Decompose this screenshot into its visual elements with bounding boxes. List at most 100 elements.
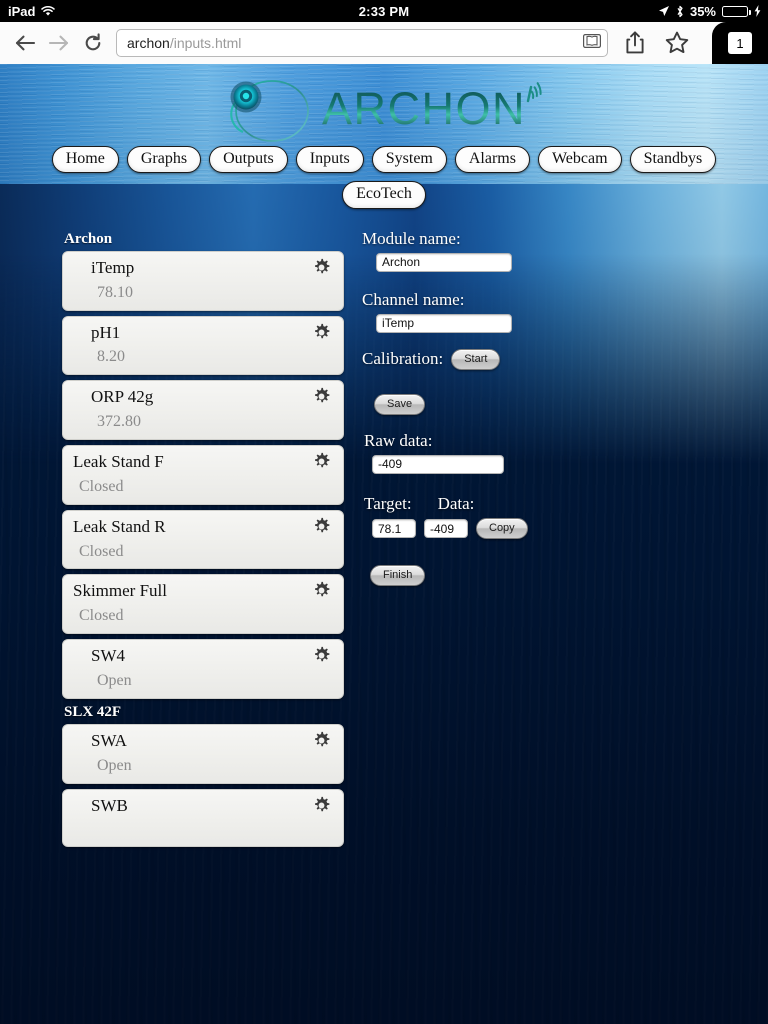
channel-name-input[interactable]: iTemp: [376, 313, 512, 333]
save-button[interactable]: Save: [374, 393, 426, 415]
nav-item-home[interactable]: Home: [51, 146, 119, 174]
channel-name: SWB: [91, 795, 128, 815]
battery-icon: [722, 5, 751, 17]
calibration-label: Calibration:: [362, 349, 444, 369]
gear-icon[interactable]: [312, 258, 331, 277]
raw-data-input[interactable]: -409: [372, 454, 504, 474]
channel-value: [73, 821, 333, 840]
channel-name: SWA: [91, 730, 127, 750]
channel-name-label: Channel name:: [362, 289, 465, 309]
channel-card-sw4[interactable]: SW4 Open: [62, 639, 344, 699]
group-title-slx-42f: SLX 42F: [64, 703, 122, 720]
nav-item-alarms[interactable]: Alarms: [454, 146, 530, 174]
safari-toolbar: archon/inputs.html 1: [0, 22, 768, 64]
reader-view-button[interactable]: [583, 34, 601, 51]
back-button[interactable]: [8, 26, 42, 60]
share-icon: [626, 30, 644, 53]
tab-count-label: 1: [728, 32, 752, 54]
nav-item-outputs[interactable]: Outputs: [209, 146, 288, 174]
channel-card-orp-42g[interactable]: ORP 42g 372.80: [62, 380, 344, 440]
web-page: ARCHON Home Graphs Outputs Inputs System: [0, 64, 768, 1024]
forward-arrow-icon: [48, 35, 69, 50]
url-host-text: archon: [127, 34, 170, 51]
bookmark-star-icon: [665, 31, 689, 54]
target-input[interactable]: 78.1: [372, 519, 416, 539]
data-label: Data:: [437, 493, 475, 513]
channel-value: Closed: [79, 542, 124, 560]
channel-value: Open: [97, 756, 132, 774]
gear-icon[interactable]: [312, 452, 331, 471]
signal-waves-icon: [526, 82, 542, 103]
nav-row-primary: Home Graphs Outputs Inputs System Alarms…: [0, 146, 768, 174]
nav-item-graphs[interactable]: Graphs: [126, 146, 202, 174]
target-label: Target:: [364, 493, 412, 513]
gear-icon[interactable]: [312, 581, 331, 600]
channel-card-itemp[interactable]: iTemp 78.10: [62, 250, 344, 311]
channel-name: Leak Stand R: [73, 516, 166, 536]
archon-logo: ARCHON: [215, 75, 554, 143]
channel-value: Open: [97, 672, 132, 690]
channel-value: 372.80: [97, 413, 141, 431]
channel-name: iTemp: [91, 257, 135, 277]
page-main: Archon iTemp 78.10 pH1 8.20 ORP 42g 372.…: [0, 217, 768, 852]
nav-item-webcam[interactable]: Webcam: [537, 146, 622, 174]
status-bar-clock: 2:33 PM: [358, 3, 410, 19]
start-calibration-button[interactable]: Start: [451, 348, 501, 370]
main-navigation: Home Graphs Outputs Inputs System Alarms…: [0, 142, 768, 209]
gear-icon[interactable]: [312, 646, 331, 665]
gear-icon[interactable]: [312, 323, 331, 342]
channel-card-swa[interactable]: SWA Open: [62, 723, 344, 784]
nav-item-ecotech[interactable]: EcoTech: [342, 181, 426, 209]
module-name-label: Module name:: [362, 228, 461, 248]
channel-detail-form: Module name: Archon Channel name: iTemp …: [350, 229, 528, 852]
reload-button[interactable]: [76, 26, 110, 60]
target-data-row: 78.1 -409 Copy: [362, 517, 528, 540]
finish-row: Finish: [362, 565, 528, 587]
channel-card-leak-stand-r[interactable]: Leak Stand R Closed: [62, 509, 344, 570]
gear-icon[interactable]: [312, 796, 331, 815]
module-name-input[interactable]: Archon: [376, 252, 512, 272]
gear-icon[interactable]: [312, 731, 331, 750]
site-header: ARCHON: [0, 64, 768, 142]
tab-count-button[interactable]: 1: [712, 22, 768, 64]
nav-item-inputs[interactable]: Inputs: [295, 146, 364, 174]
data-input[interactable]: -409: [424, 519, 468, 539]
back-arrow-icon: [15, 35, 36, 50]
archon-circle-icon: [229, 80, 309, 142]
reader-view-icon: [583, 34, 601, 49]
nav-row-secondary: EcoTech: [0, 181, 768, 209]
ios-status-bar: iPad 2:33 PM 35%: [0, 0, 768, 22]
gear-icon[interactable]: [312, 517, 331, 536]
archon-logo-text: ARCHON: [322, 83, 526, 134]
finish-button[interactable]: Finish: [370, 565, 426, 587]
channel-card-skimmer-full[interactable]: Skimmer Full Closed: [62, 574, 344, 635]
channel-value: 78.10: [97, 283, 133, 301]
nav-item-system[interactable]: System: [371, 146, 447, 174]
reload-icon: [85, 32, 101, 50]
target-data-labels: Target: Data:: [362, 494, 528, 514]
channel-name: pH1: [91, 322, 121, 342]
calibration-row: Calibration: Start: [362, 348, 528, 370]
url-path-text: /inputs.html: [169, 34, 242, 51]
nav-item-standbys[interactable]: Standbys: [629, 146, 717, 174]
share-button[interactable]: [618, 26, 652, 60]
channel-card-swb[interactable]: SWB: [62, 788, 344, 847]
channel-name: SW4: [91, 646, 125, 666]
channel-list-panel: Archon iTemp 78.10 pH1 8.20 ORP 42g 372.…: [0, 229, 350, 852]
channel-value: Closed: [79, 607, 124, 625]
channel-card-leak-stand-f[interactable]: Leak Stand F Closed: [62, 444, 344, 505]
channel-value: 8.20: [97, 348, 125, 366]
archon-wordmark: ARCHON: [322, 82, 542, 134]
bookmark-button[interactable]: [660, 26, 694, 60]
channel-name: ORP 42g: [91, 387, 154, 407]
forward-button[interactable]: [42, 26, 76, 60]
copy-button[interactable]: Copy: [476, 517, 528, 540]
group-title-archon: Archon: [64, 230, 113, 247]
channel-name: Skimmer Full: [73, 581, 167, 601]
channel-card-ph1[interactable]: pH1 8.20: [62, 315, 344, 376]
save-row: Save: [362, 393, 528, 415]
gear-icon[interactable]: [312, 387, 331, 406]
address-bar[interactable]: archon/inputs.html: [116, 28, 608, 57]
raw-data-label: Raw data:: [364, 430, 433, 450]
channel-name: Leak Stand F: [73, 451, 164, 471]
